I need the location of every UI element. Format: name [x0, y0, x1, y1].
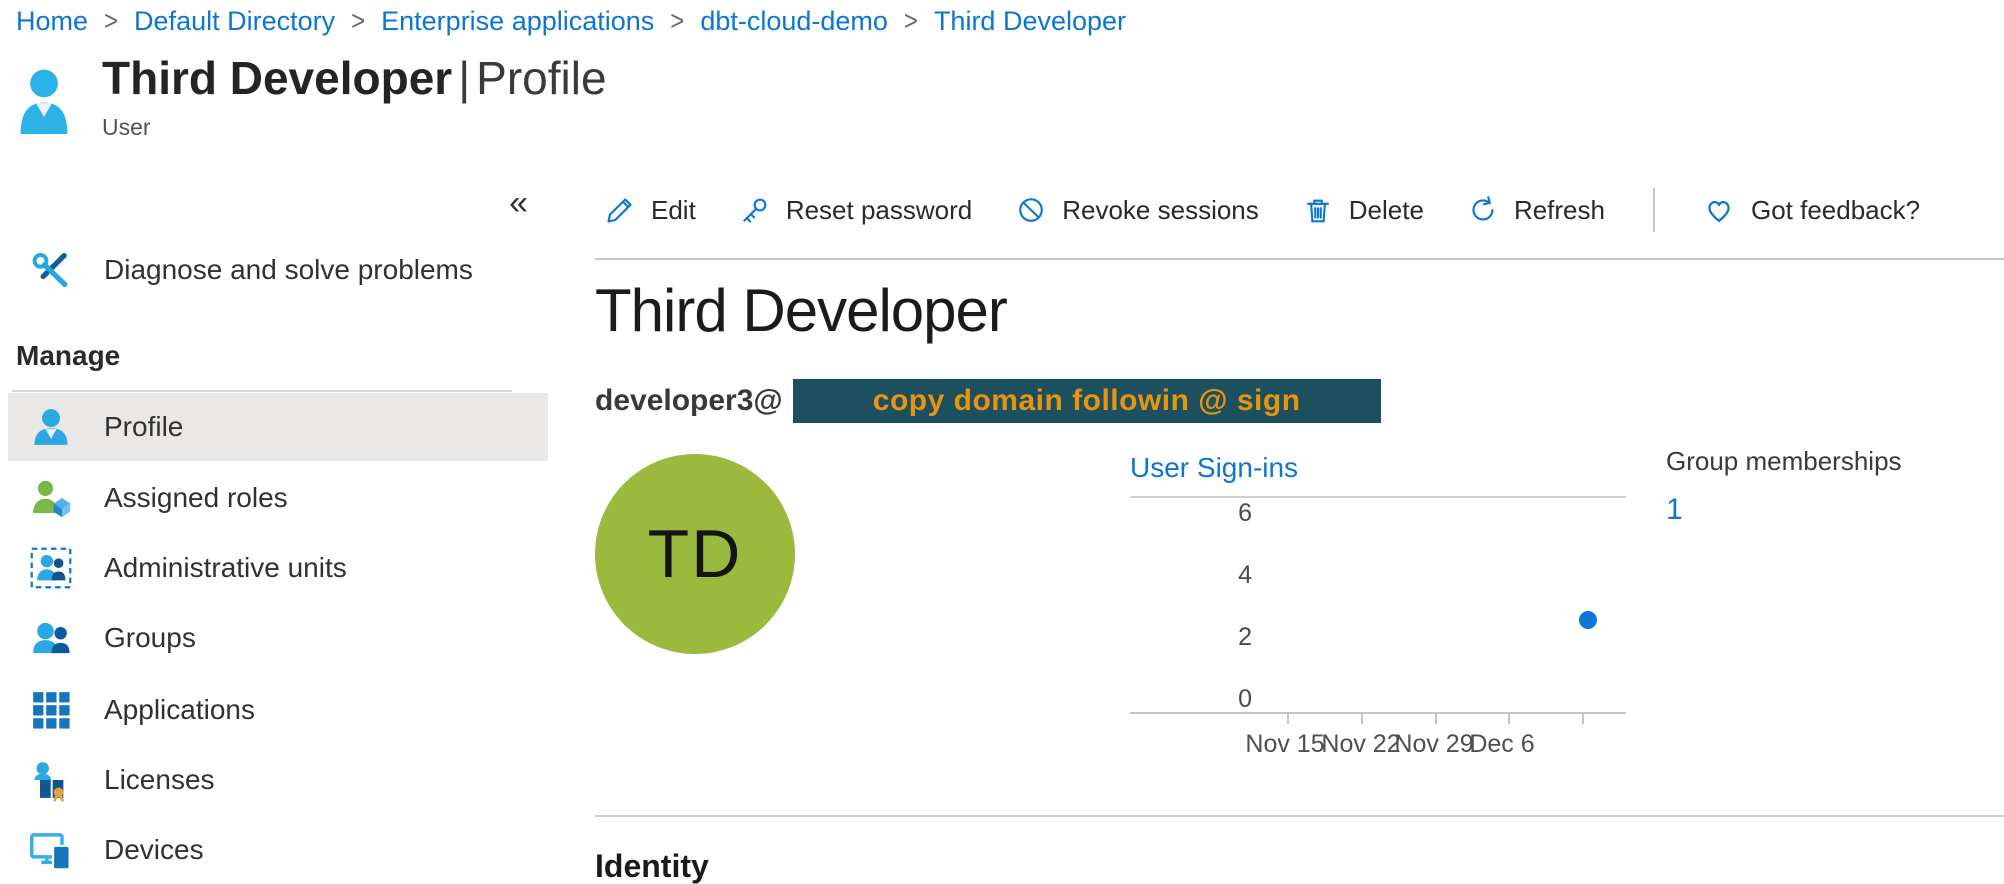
sidebar-item-label: Applications — [104, 694, 255, 726]
breadcrumb: Home > Default Directory > Enterprise ap… — [16, 6, 1126, 37]
delete-button[interactable]: Delete — [1303, 195, 1424, 226]
delete-label: Delete — [1349, 195, 1424, 226]
revoke-sessions-label: Revoke sessions — [1062, 195, 1259, 226]
user-principal-name-row: developer3@ copy domain followin @ sign — [595, 379, 1381, 423]
block-icon — [1016, 195, 1046, 225]
breadcrumb-third-developer[interactable]: Third Developer — [934, 6, 1126, 37]
reset-password-label: Reset password — [786, 195, 972, 226]
person-icon — [28, 404, 74, 450]
got-feedback-label: Got feedback? — [1751, 195, 1920, 226]
edit-button[interactable]: Edit — [605, 195, 696, 226]
sidebar-item-applications[interactable]: Applications — [0, 676, 548, 744]
y-axis-tick-label: 2 — [1130, 622, 1252, 652]
breadcrumb-separator: > — [351, 5, 365, 37]
avatar-initials: TD — [648, 515, 743, 593]
x-axis-tick — [1287, 713, 1289, 724]
command-bar: Edit Reset password Re — [605, 182, 1920, 238]
breadcrumb-home[interactable]: Home — [16, 6, 88, 37]
object-type-label: User — [102, 114, 607, 141]
key-icon — [740, 195, 770, 225]
refresh-label: Refresh — [1514, 195, 1605, 226]
sidebar-item-groups[interactable]: Groups — [0, 604, 548, 672]
page-title-separator: | — [458, 52, 470, 104]
sidebar-item-assigned-roles[interactable]: Assigned roles — [0, 464, 548, 532]
user-sign-ins-chart: User Sign-ins 6 4 2 0 Nov 15 Nov 22 Nov … — [1130, 450, 1630, 780]
breadcrumb-default-directory[interactable]: Default Directory — [134, 6, 335, 37]
user-type-icon — [18, 68, 70, 141]
sidebar-item-licenses[interactable]: Licenses — [0, 746, 548, 814]
sidebar-item-label: Licenses — [104, 764, 215, 796]
group-memberships-label: Group memberships — [1666, 446, 1902, 477]
page-title-section: Profile — [476, 52, 606, 104]
sign-in-data-point — [1579, 611, 1597, 629]
people-icon — [28, 615, 74, 661]
x-axis-tick-label: Dec 6 — [1447, 730, 1557, 759]
x-axis-line — [1130, 712, 1626, 714]
refresh-button[interactable]: Refresh — [1468, 195, 1605, 226]
sidebar-collapse-button[interactable]: « — [509, 186, 528, 220]
revoke-sessions-button[interactable]: Revoke sessions — [1016, 195, 1259, 226]
page-title: Third Developer|Profile — [102, 52, 607, 104]
edit-label: Edit — [651, 195, 696, 226]
devices-icon — [28, 827, 74, 873]
page-title-name: Third Developer — [102, 52, 452, 104]
azure-user-profile-page: Home > Default Directory > Enterprise ap… — [0, 0, 2004, 884]
group-memberships-count-link[interactable]: 1 — [1666, 493, 1902, 527]
user-principal-name-prefix: developer3@ — [595, 384, 783, 418]
sidebar-item-label: Diagnose and solve problems — [104, 254, 473, 286]
x-axis-tick — [1582, 713, 1584, 724]
breadcrumb-separator: > — [670, 5, 684, 37]
main-content: Edit Reset password Re — [595, 150, 2004, 884]
sidebar-divider — [12, 390, 512, 392]
reset-password-button[interactable]: Reset password — [740, 195, 972, 226]
refresh-icon — [1468, 195, 1498, 225]
x-axis-tick — [1361, 713, 1363, 724]
sidebar-item-label: Groups — [104, 622, 196, 654]
toolbar-divider — [1653, 188, 1655, 232]
sidebar-item-label: Administrative units — [104, 552, 347, 584]
person-cube-icon — [28, 475, 74, 521]
sidebar-item-label: Assigned roles — [104, 482, 288, 514]
admin-units-icon — [28, 545, 74, 591]
y-axis-tick-label: 4 — [1130, 560, 1252, 590]
user-sign-ins-link[interactable]: User Sign-ins — [1130, 452, 1298, 484]
x-axis-tick — [1508, 713, 1510, 724]
trash-icon — [1303, 195, 1333, 225]
breadcrumb-separator: > — [904, 5, 918, 37]
breadcrumb-dbt-cloud-demo[interactable]: dbt-cloud-demo — [700, 6, 888, 37]
sidebar: « Diagnose and solve problems Manage — [0, 150, 562, 884]
section-divider — [595, 815, 2004, 817]
toolbar-rule — [595, 258, 2004, 260]
sidebar-item-administrative-units[interactable]: Administrative units — [0, 534, 548, 602]
heart-icon — [1703, 194, 1735, 226]
sidebar-item-devices[interactable]: Devices — [0, 816, 548, 884]
sidebar-item-label: Profile — [104, 411, 183, 443]
tools-icon — [28, 247, 74, 293]
user-display-name: Third Developer — [595, 276, 1007, 345]
group-memberships-block: Group memberships 1 — [1666, 446, 1902, 527]
sidebar-section-manage: Manage — [16, 340, 120, 372]
email-domain-redaction-overlay: copy domain followin @ sign — [793, 379, 1381, 423]
app-grid-icon — [28, 687, 74, 733]
y-axis-tick-label: 6 — [1130, 498, 1252, 528]
breadcrumb-separator: > — [104, 5, 118, 37]
identity-section-heading: Identity — [595, 848, 709, 884]
page-header: Third Developer|Profile User — [18, 52, 607, 141]
avatar[interactable]: TD — [595, 454, 795, 654]
sidebar-item-label: Devices — [104, 834, 204, 866]
license-icon — [28, 757, 74, 803]
pencil-icon — [605, 195, 635, 225]
got-feedback-button[interactable]: Got feedback? — [1703, 194, 1920, 226]
x-axis-tick — [1435, 713, 1437, 724]
sidebar-item-diagnose[interactable]: Diagnose and solve problems — [0, 238, 548, 302]
sidebar-item-profile[interactable]: Profile — [8, 393, 548, 461]
breadcrumb-enterprise-applications[interactable]: Enterprise applications — [381, 6, 654, 37]
y-axis-tick-label: 0 — [1130, 684, 1252, 714]
